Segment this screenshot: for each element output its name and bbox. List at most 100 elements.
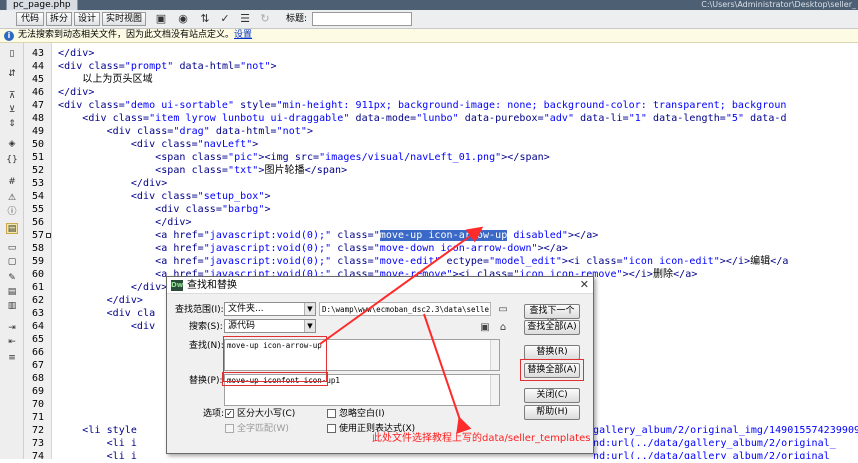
browse-folder-icon[interactable]: ▭ xyxy=(497,304,509,315)
code-line: </div> xyxy=(58,86,94,99)
line-number: 60 xyxy=(31,269,44,280)
code-token: "icon icon-edit" xyxy=(622,256,720,267)
line-number: 57 xyxy=(31,230,44,241)
replace-scrollbar[interactable] xyxy=(490,375,499,405)
code-token: ></span> xyxy=(501,152,550,163)
match-case-checkbox[interactable]: ✓ xyxy=(225,409,234,418)
apply-comment-icon[interactable]: ▭ xyxy=(6,243,18,254)
help-button[interactable]: 帮助(H) xyxy=(524,405,580,420)
code-token: </div> xyxy=(155,217,192,228)
ignore-whitespace-checkbox[interactable] xyxy=(327,409,336,418)
code-token: href= xyxy=(173,230,204,241)
code-token: <a xyxy=(155,256,174,267)
code-line: <span class="txt">图片轮播</span> xyxy=(58,164,347,177)
setup-link[interactable]: 设置 xyxy=(234,30,252,40)
whole-word-checkbox[interactable] xyxy=(225,424,234,433)
line-numbers-icon[interactable]: # xyxy=(6,177,18,188)
line-number: 69 xyxy=(31,386,44,397)
format-source-icon[interactable]: ≡ xyxy=(6,353,18,364)
live-view-button[interactable]: 实时视图 xyxy=(102,12,146,26)
visual-aids-icon[interactable]: ☰ xyxy=(238,12,252,26)
code-token: <div xyxy=(155,204,186,215)
find-all-button[interactable]: 查找全部(A) xyxy=(524,320,580,335)
code-token: i xyxy=(130,438,137,449)
replace-label: 替换(P): xyxy=(189,376,223,386)
highlight-invalid-icon[interactable]: ⚠ xyxy=(6,193,18,204)
line-number: 49 xyxy=(31,126,44,137)
match-case-label: 区分大小写(C) xyxy=(237,409,296,419)
code-token: <a xyxy=(155,243,174,254)
code-token: data-html= xyxy=(209,126,277,137)
remove-comment-icon[interactable]: ▢ xyxy=(6,257,18,268)
scope-select[interactable]: 文件夹... ▼ xyxy=(224,302,316,316)
line-number: 59 xyxy=(31,256,44,267)
search-select[interactable]: 源代码 ▼ xyxy=(224,319,316,333)
code-token: "not" xyxy=(276,126,307,137)
code-token: > xyxy=(252,139,259,150)
code-token: "move-down icon-arrow-down" xyxy=(373,243,538,254)
code-token: <div xyxy=(130,191,162,202)
syntax-error-icon[interactable]: ▤ xyxy=(6,223,18,234)
title-input[interactable] xyxy=(312,12,412,26)
code-token: style xyxy=(106,425,137,436)
balance-braces-icon[interactable]: {} xyxy=(6,155,18,166)
preview-browser-icon[interactable]: ◉ xyxy=(176,12,190,26)
code-token: </div> xyxy=(58,48,95,59)
save-query-icon[interactable]: ▣ xyxy=(479,322,491,333)
code-token: </div> xyxy=(130,282,168,293)
file-tab[interactable]: pc_page.php xyxy=(6,0,78,10)
load-query-icon[interactable]: ⌂ xyxy=(497,322,509,333)
expand-all-icon[interactable]: ⇕ xyxy=(6,119,18,130)
find-next-button[interactable]: 查找下一个(F) xyxy=(524,304,580,329)
code-token: </a xyxy=(770,256,789,267)
code-token: data-mode= xyxy=(349,113,417,124)
whole-word-label: 全字匹配(W) xyxy=(237,424,289,434)
code-line: <div class="prompt" data-html="not"> xyxy=(58,60,277,73)
close-button[interactable]: 关闭(C) xyxy=(524,388,580,403)
line-number: 66 xyxy=(31,347,44,358)
collapse-tag-icon[interactable]: ⊼ xyxy=(6,91,18,102)
multiscreen-icon[interactable]: ▣ xyxy=(154,12,168,26)
indent-code-icon[interactable]: ⇥ xyxy=(6,323,18,334)
options-label: 选项: xyxy=(203,409,225,419)
recent-snippets-icon[interactable]: ▤ xyxy=(6,287,18,298)
dreamweaver-icon: Dw xyxy=(171,280,184,291)
wrap-tag-icon[interactable]: ✎ xyxy=(6,273,18,284)
code-token: data-length= xyxy=(646,113,726,124)
code-line: </div> xyxy=(58,177,167,190)
collapse-selection-icon[interactable]: ⊻ xyxy=(6,105,18,116)
code-token: data-html= xyxy=(173,61,241,72)
code-token: > xyxy=(264,191,271,202)
line-number: 67 xyxy=(31,360,44,371)
fold-marker-icon[interactable] xyxy=(46,233,51,238)
code-line: <div cla xyxy=(58,307,156,320)
open-documents-icon[interactable]: ▯ xyxy=(6,49,18,60)
split-view-button[interactable]: 拆分 xyxy=(46,12,72,26)
dialog-close-icon[interactable]: ✕ xyxy=(580,278,589,292)
code-token: "min-height: 911px; background-image: no… xyxy=(276,100,787,111)
code-view-button[interactable]: 代码 xyxy=(16,12,44,26)
show-code-navigator-icon[interactable]: ⇵ xyxy=(6,69,18,80)
file-management-icon[interactable]: ⇅ xyxy=(198,12,212,26)
code-line: <a href="javascript:void(0);" class="mov… xyxy=(58,242,568,255)
find-scrollbar[interactable] xyxy=(490,340,499,370)
replace-button[interactable]: 替换(R) xyxy=(524,345,580,360)
code-token: style= xyxy=(234,100,277,111)
move-css-icon[interactable]: ▥ xyxy=(6,301,18,312)
regex-checkbox[interactable] xyxy=(327,424,336,433)
validate-icon[interactable]: ✓ xyxy=(218,12,232,26)
code-token: "javascript:void(0);" xyxy=(203,230,332,241)
select-parent-tag-icon[interactable]: ◈ xyxy=(6,139,18,150)
folder-path-field[interactable]: D:\wamp\www\ecmoban_dsc2.3\data\seller_t… xyxy=(319,302,491,316)
refresh-icon[interactable]: ↻ xyxy=(258,12,272,26)
code-token: "5" xyxy=(725,113,745,124)
outdent-code-icon[interactable]: ⇤ xyxy=(6,337,18,348)
code-token: "1" xyxy=(628,113,647,124)
replace-all-highlight-box xyxy=(520,359,584,381)
design-view-button[interactable]: 设计 xyxy=(74,12,100,26)
code-token: "not" xyxy=(240,61,271,72)
info-bar-icon[interactable]: ⓘ xyxy=(6,207,18,218)
